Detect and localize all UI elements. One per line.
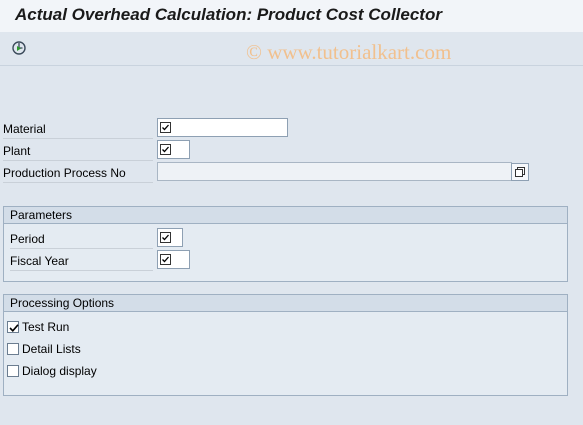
processing-options-group: Processing Options	[3, 294, 568, 396]
detail-lists-checkbox-row[interactable]: Detail Lists	[7, 339, 81, 357]
dialog-display-label: Dialog display	[22, 363, 97, 378]
period-field[interactable]	[157, 228, 183, 247]
required-check-icon	[160, 232, 171, 243]
detail-lists-label: Detail Lists	[22, 341, 81, 356]
copy-icon	[515, 167, 525, 177]
required-check-icon	[160, 122, 171, 133]
checkmark-icon	[9, 324, 19, 332]
dialog-display-checkbox-row[interactable]: Dialog display	[7, 361, 97, 379]
production-process-label: Production Process No	[3, 163, 153, 183]
processing-options-header: Processing Options	[4, 295, 567, 312]
plant-field[interactable]	[157, 140, 190, 159]
material-label: Material	[3, 119, 153, 139]
dialog-display-checkbox[interactable]	[7, 364, 19, 377]
test-run-checkbox-row[interactable]: Test Run	[7, 317, 69, 335]
page-title: Actual Overhead Calculation: Product Cos…	[15, 5, 442, 24]
required-check-icon	[160, 144, 171, 155]
period-label: Period	[10, 229, 153, 249]
material-field[interactable]	[157, 118, 288, 137]
value-help-button[interactable]	[511, 163, 529, 181]
title-bar: Actual Overhead Calculation: Product Cos…	[0, 0, 583, 32]
parameters-header: Parameters	[4, 207, 567, 224]
watermark: © www.tutorialkart.com	[246, 40, 452, 64]
fiscal-year-label: Fiscal Year	[10, 251, 153, 271]
production-process-field[interactable]	[157, 162, 512, 181]
test-run-label: Test Run	[22, 319, 70, 334]
test-run-checkbox[interactable]	[7, 320, 19, 333]
execute-icon[interactable]	[10, 39, 28, 57]
fiscal-year-field[interactable]	[157, 250, 190, 269]
detail-lists-checkbox[interactable]	[7, 342, 19, 355]
plant-label: Plant	[3, 141, 153, 161]
required-check-icon	[160, 254, 171, 265]
